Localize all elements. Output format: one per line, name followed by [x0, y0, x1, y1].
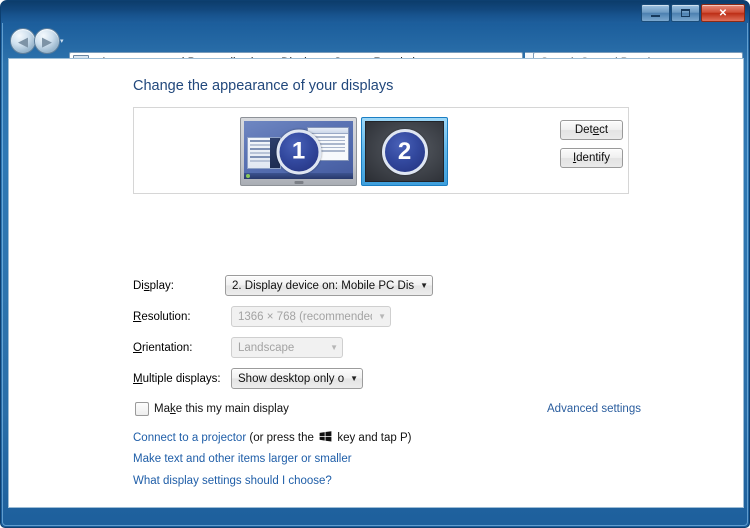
make-text-larger-link[interactable]: Make text and other items larger or smal…	[133, 453, 352, 465]
detect-button[interactable]: Detect	[560, 120, 623, 140]
projector-hint-text-before: (or press the	[249, 432, 314, 444]
footer-button-bar: OK Cancel Apply	[9, 500, 743, 507]
navigation-bar: ◀ ▶ ▾ « Appearance and Personalization ▶…	[1, 23, 749, 73]
chevron-down-icon: ▼	[350, 374, 358, 383]
display-label: Display:	[133, 280, 174, 292]
connect-to-projector-row: Connect to a projector (or press the key…	[133, 431, 411, 444]
chevron-down-icon: ▼	[378, 312, 386, 321]
forward-arrow-icon: ▶	[42, 33, 52, 49]
maximize-icon	[681, 9, 690, 17]
monitor-2-number: 2	[381, 128, 428, 175]
multiple-displays-dropdown-value: Show desktop only on 1	[238, 372, 345, 385]
monitor-preview-2[interactable]: 2	[361, 117, 448, 186]
chevron-down-icon: ▼	[420, 281, 428, 290]
monitor-1-number: 1	[276, 129, 321, 174]
display-preview-panel: 1 2 Detect Identify	[133, 107, 629, 194]
title-bar: ✕	[1, 1, 749, 23]
identify-button-label: Identify	[572, 152, 611, 164]
screen-resolution-window: ✕ ◀ ▶ ▾ « Appearance and Personalization…	[0, 0, 750, 528]
display-dropdown[interactable]: 2. Display device on: Mobile PC Display …	[225, 275, 433, 296]
identify-button[interactable]: Identify	[560, 148, 623, 168]
monitor-arrangement: 1 2	[240, 117, 448, 186]
windows-key-icon	[319, 431, 332, 442]
forward-button[interactable]: ▶	[34, 28, 60, 54]
orientation-dropdown[interactable]: Landscape ▼	[231, 337, 343, 358]
main-display-checkbox-row[interactable]: Make this my main display	[135, 402, 289, 416]
chevron-down-icon: ▾	[60, 38, 64, 45]
back-button[interactable]: ◀	[10, 28, 36, 54]
monitor-1-stand	[294, 181, 303, 184]
what-display-settings-link[interactable]: What display settings should I choose?	[133, 475, 332, 487]
resolution-label: Resolution:	[133, 311, 191, 323]
page-title: Change the appearance of your displays	[133, 78, 394, 94]
maximize-button[interactable]	[671, 4, 700, 22]
minimize-button[interactable]	[641, 4, 670, 22]
advanced-settings-link[interactable]: Advanced settings	[547, 403, 641, 415]
back-arrow-icon: ◀	[18, 33, 28, 49]
close-icon: ✕	[718, 7, 728, 19]
monitor-preview-1[interactable]: 1	[240, 117, 357, 186]
orientation-dropdown-value: Landscape	[238, 341, 295, 354]
multiple-displays-label: Multiple displays:	[133, 373, 221, 385]
caption-button-group: ✕	[641, 4, 745, 22]
orientation-label: Orientation:	[133, 342, 193, 354]
close-button[interactable]: ✕	[701, 4, 745, 22]
resolution-dropdown-value: 1366 × 768 (recommended)	[238, 310, 373, 323]
chevron-down-icon: ▼	[330, 343, 338, 352]
start-orb-icon	[246, 174, 250, 178]
recent-pages-button[interactable]: ▾	[60, 37, 64, 45]
resolution-dropdown[interactable]: 1366 × 768 (recommended) ▼	[231, 306, 391, 327]
content-area: Change the appearance of your displays 1…	[8, 58, 744, 508]
minimize-icon	[651, 14, 660, 17]
connect-to-projector-link[interactable]: Connect to a projector	[133, 432, 246, 444]
detect-button-label: Detect	[574, 124, 609, 136]
multiple-displays-dropdown[interactable]: Show desktop only on 1 ▼	[231, 368, 363, 389]
display-dropdown-value: 2. Display device on: Mobile PC Display	[232, 279, 415, 292]
main-display-checkbox-label: Make this my main display	[154, 403, 289, 415]
projector-hint-text-after: key and tap P)	[337, 432, 412, 444]
main-display-checkbox[interactable]	[135, 402, 149, 416]
